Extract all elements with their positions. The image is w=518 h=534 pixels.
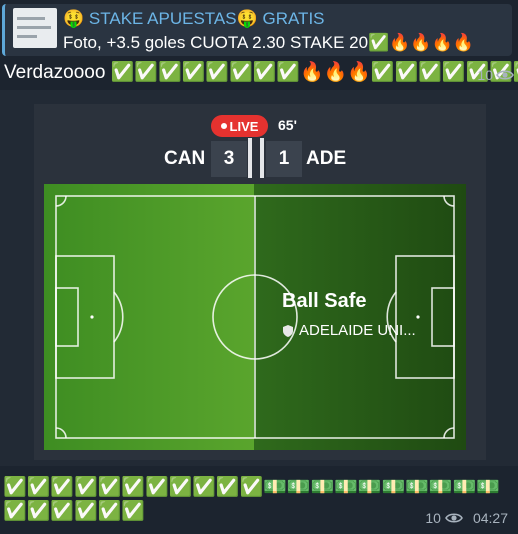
football-pitch	[44, 184, 466, 450]
eye-icon	[445, 513, 463, 523]
message-time: 04:27	[472, 510, 508, 526]
reply-thumbnail	[13, 8, 57, 48]
shield-icon	[283, 324, 293, 337]
views-count: 10	[425, 510, 441, 526]
reply-text: Foto, +3.5 goles CUOTA 2.30 STAKE 20✅🔥🔥🔥…	[63, 33, 474, 52]
live-badge: LIVE	[211, 115, 268, 137]
bottom-message-meta: 10 04:27	[425, 510, 508, 526]
scoreboard: LIVE 65' CAN 3 1 ADE	[34, 104, 486, 184]
home-score: 3	[211, 141, 247, 177]
possession-team: ADELAIDE UNI...	[282, 322, 416, 339]
media-message[interactable]: LIVE 65' CAN 3 1 ADE Ball Safe ADELAIDE …	[0, 90, 518, 466]
reply-channel-title: 🤑 STAKE APUESTAS🤑 GRATIS	[63, 9, 325, 28]
match-minute: 65'	[278, 117, 297, 133]
eye-icon	[496, 70, 514, 80]
home-team: CAN	[164, 148, 206, 169]
match-image[interactable]: LIVE 65' CAN 3 1 ADE Ball Safe ADELAIDE …	[34, 104, 486, 460]
views-count: 10	[477, 67, 493, 83]
away-score: 1	[266, 141, 302, 177]
possession-team-name: ADELAIDE UNI...	[299, 322, 416, 339]
message-text: Verdazoooo ✅✅✅✅✅✅✅✅🔥🔥🔥✅✅✅✅✅✅✅	[4, 62, 518, 83]
reply-quote[interactable]: 🤑 STAKE APUESTAS🤑 GRATIS Foto, +3.5 gole…	[2, 4, 512, 56]
message-views: 10	[477, 67, 514, 83]
away-team: ADE	[306, 148, 347, 169]
event-label: Ball Safe	[282, 290, 367, 312]
